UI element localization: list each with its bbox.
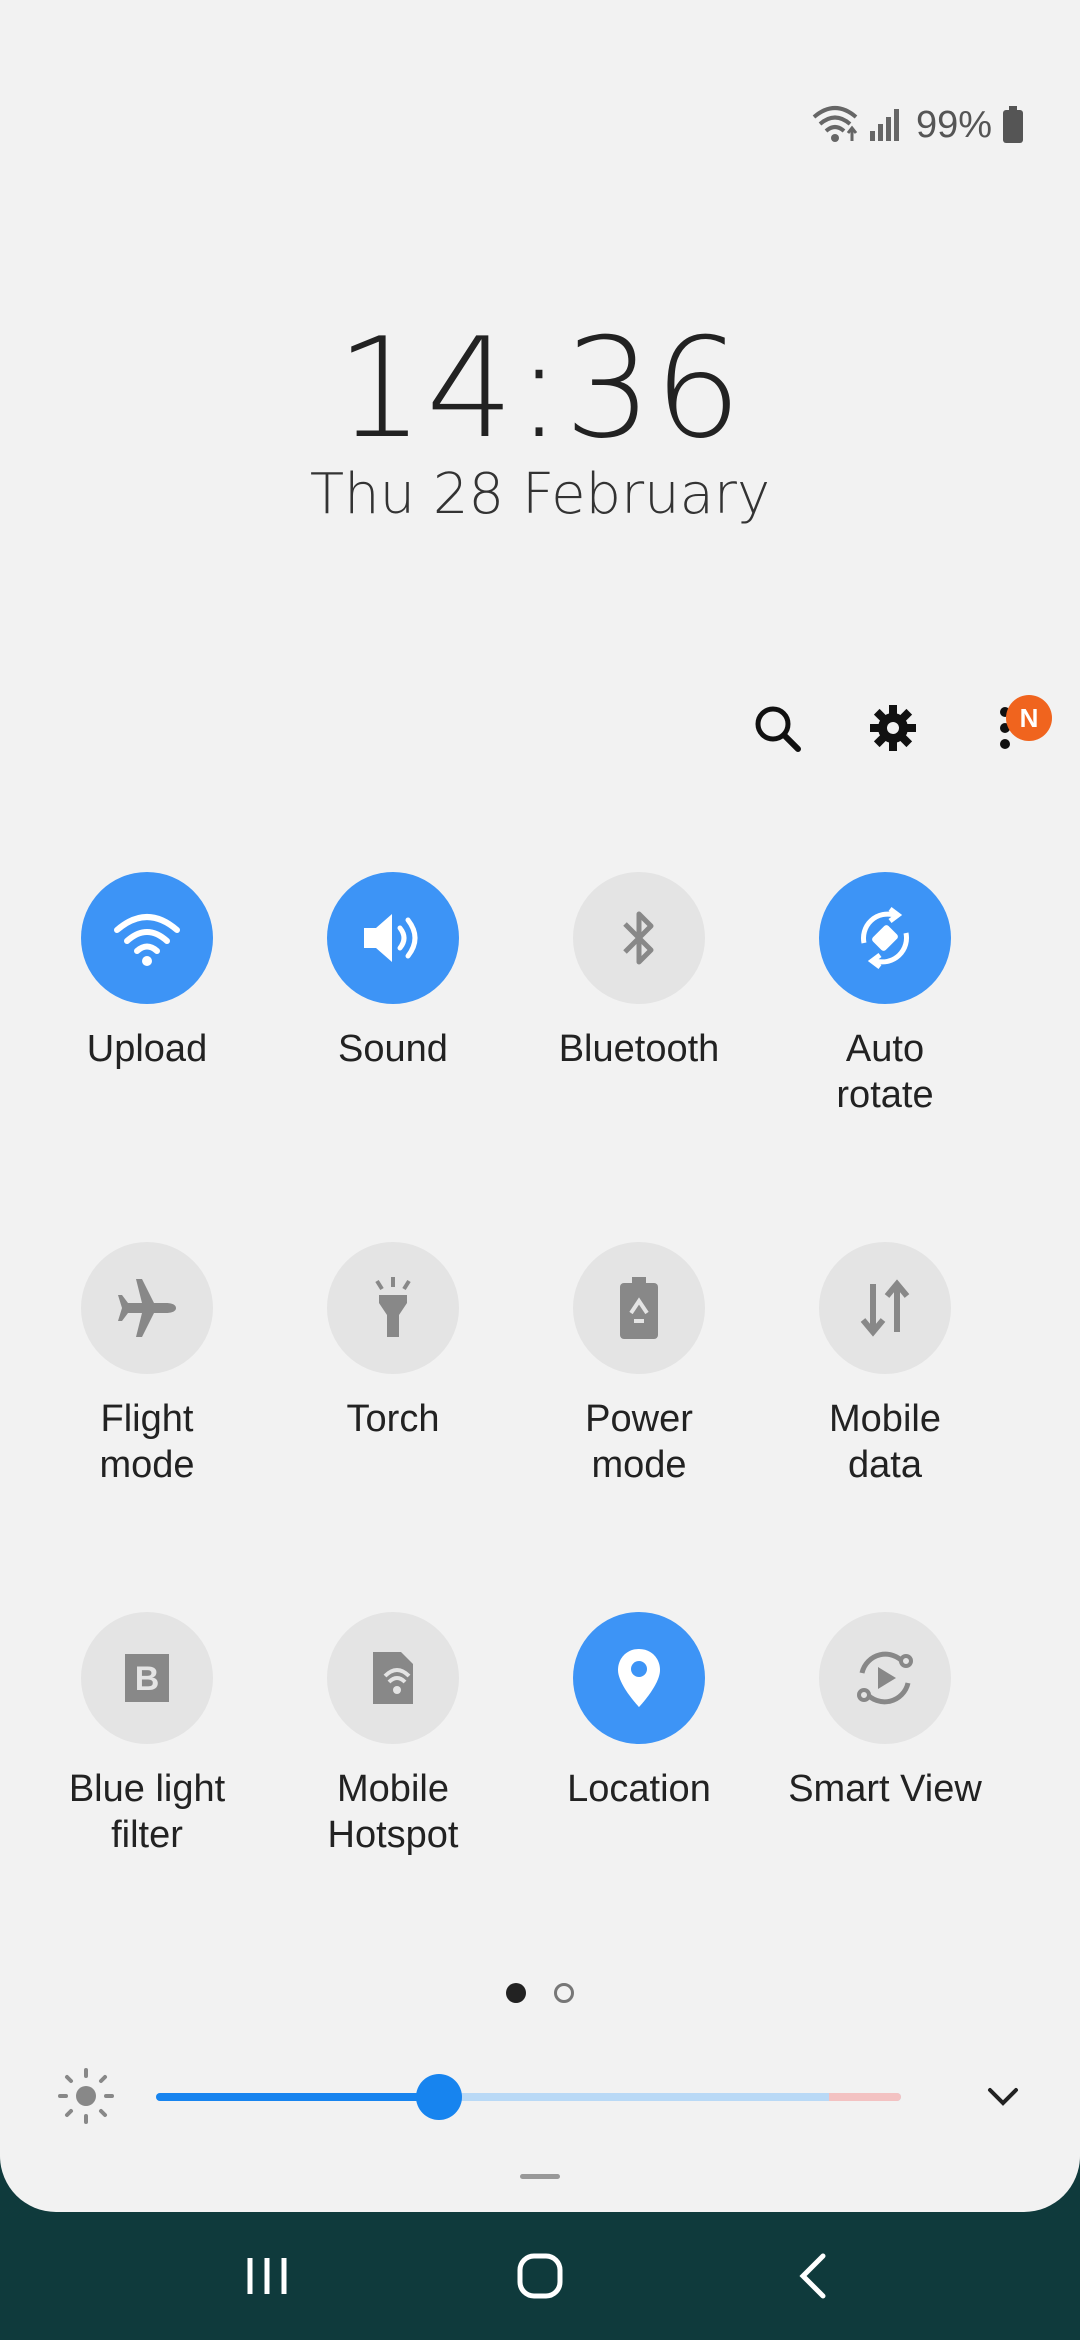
home-icon xyxy=(517,2253,563,2299)
notification-badge: N xyxy=(1006,695,1052,741)
settings-button[interactable] xyxy=(858,695,928,765)
tile-label: Power mode xyxy=(585,1398,693,1486)
signal-icon xyxy=(868,107,902,143)
home-button[interactable] xyxy=(495,2231,585,2321)
tile-bluetooth[interactable]: Bluetooth xyxy=(516,872,762,1242)
page-indicator xyxy=(0,1983,1080,2003)
battery-percent: 99% xyxy=(915,103,992,146)
panel-drag-handle[interactable] xyxy=(520,2174,560,2179)
page-dot-active[interactable] xyxy=(506,1983,526,2003)
tile-label: Upload xyxy=(86,1028,208,1070)
tile-blue-light-filter[interactable]: B Blue light filter xyxy=(24,1612,270,1982)
battery-icon xyxy=(1002,106,1024,144)
tile-label: Smart View xyxy=(788,1768,982,1810)
brightness-slider-high-zone xyxy=(829,2093,901,2101)
back-button[interactable] xyxy=(768,2231,858,2321)
hotspot-icon[interactable] xyxy=(327,1612,459,1744)
quick-settings-grid: Upload Sound Bluetooth Auto rotate Fligh… xyxy=(24,872,1056,1982)
quick-panel: 99% 14:36 Thu 28 February N Upload Sound… xyxy=(0,0,1080,2212)
power-mode-icon[interactable] xyxy=(573,1242,705,1374)
wifi-icon[interactable] xyxy=(81,872,213,1004)
search-icon xyxy=(751,702,803,759)
svg-text:B: B xyxy=(135,1660,160,1698)
tile-mobile-data[interactable]: Mobile data xyxy=(762,1242,1008,1612)
tile-location[interactable]: Location xyxy=(516,1612,762,1982)
tile-smart-view[interactable]: Smart View xyxy=(762,1612,1008,1982)
airplane-icon[interactable] xyxy=(81,1242,213,1374)
tile-label: Sound xyxy=(338,1028,448,1070)
tile-power-mode[interactable]: Power mode xyxy=(516,1242,762,1612)
navigation-bar xyxy=(0,2212,1080,2340)
back-icon xyxy=(799,2253,826,2299)
brightness-control xyxy=(56,2060,1026,2130)
brightness-sun-icon xyxy=(56,2066,116,2131)
chevron-down-icon xyxy=(988,2088,1018,2106)
tile-sound[interactable]: Sound xyxy=(270,872,516,1242)
tile-flight-mode[interactable]: Flight mode xyxy=(24,1242,270,1612)
torch-icon[interactable] xyxy=(327,1242,459,1374)
blue-light-filter-icon[interactable]: B xyxy=(81,1612,213,1744)
tile-label: Mobile Hotspot xyxy=(327,1768,459,1856)
bluetooth-icon[interactable] xyxy=(573,872,705,1004)
brightness-slider-fill xyxy=(156,2093,440,2101)
smart-view-icon[interactable] xyxy=(819,1612,951,1744)
panel-toolbar: N xyxy=(742,695,1052,765)
sound-icon[interactable] xyxy=(327,872,459,1004)
page-dot[interactable] xyxy=(554,1983,574,2003)
clock-date[interactable]: Thu 28 February xyxy=(0,462,1080,527)
tile-label: Location xyxy=(567,1768,711,1810)
wifi-status-icon xyxy=(812,105,858,145)
auto-rotate-icon[interactable] xyxy=(819,872,951,1004)
tile-auto-rotate[interactable]: Auto rotate xyxy=(762,872,1008,1242)
brightness-slider-track[interactable] xyxy=(156,2093,901,2101)
tile-label: Auto rotate xyxy=(836,1028,934,1116)
tile-label: Flight mode xyxy=(99,1398,195,1486)
tile-upload[interactable]: Upload xyxy=(24,872,270,1242)
location-pin-icon[interactable] xyxy=(573,1612,705,1744)
tile-label: Mobile data xyxy=(829,1398,941,1486)
clock-time[interactable]: 14:36 xyxy=(0,308,1080,469)
status-bar: 99% xyxy=(812,100,1024,150)
recents-button[interactable] xyxy=(222,2231,312,2321)
tile-label: Bluetooth xyxy=(558,1028,720,1070)
recents-icon xyxy=(247,2258,287,2294)
brightness-slider-thumb[interactable] xyxy=(416,2074,463,2120)
tile-label: Torch xyxy=(346,1398,440,1440)
gear-icon xyxy=(867,702,919,759)
mobile-data-icon[interactable] xyxy=(819,1242,951,1374)
expand-brightness-button[interactable] xyxy=(980,2074,1026,2125)
search-button[interactable] xyxy=(742,695,812,765)
tile-torch[interactable]: Torch xyxy=(270,1242,516,1612)
tile-label: Blue light filter xyxy=(68,1768,226,1856)
more-options-button[interactable]: N xyxy=(974,695,1052,765)
tile-mobile-hotspot[interactable]: Mobile Hotspot xyxy=(270,1612,516,1982)
